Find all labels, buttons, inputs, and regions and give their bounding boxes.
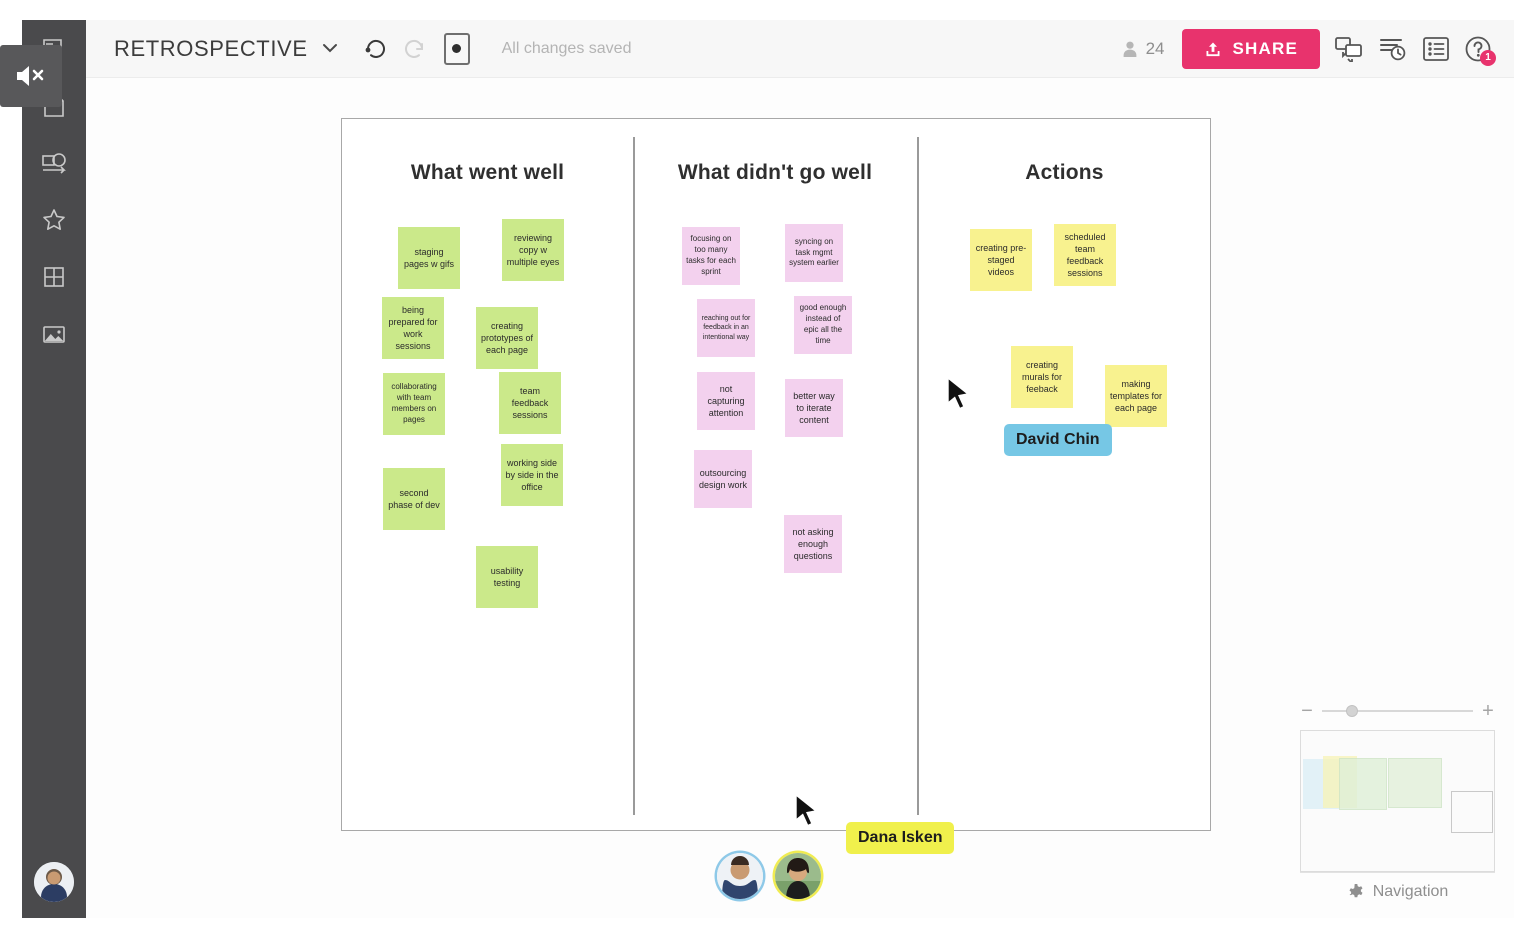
sticky-note[interactable]: reviewing copy w multiple eyes [502, 219, 564, 281]
sticky-note[interactable]: reaching out for feedback in an intentio… [697, 299, 755, 357]
board-canvas[interactable]: What went well What didn't go well Actio… [86, 78, 1514, 918]
help-badge: 1 [1480, 49, 1496, 66]
image-icon[interactable] [22, 305, 86, 362]
sticky-note[interactable]: good enough instead of epic all the time [794, 296, 852, 354]
activity-history-icon[interactable] [1378, 36, 1408, 62]
sticky-note[interactable]: better way to iterate content [785, 379, 843, 437]
sticky-note[interactable]: focusing on too many tasks for each spri… [682, 227, 740, 285]
sticky-note[interactable]: usability testing [476, 546, 538, 608]
redo-icon[interactable] [398, 32, 432, 66]
top-toolbar: RETROSPECTIVE All changes saved 24 SHARE [86, 20, 1514, 78]
person-icon [1123, 41, 1136, 57]
active-collaborator-avatars [717, 853, 821, 899]
collaborator-label-dana-isken: Dana Isken [846, 822, 955, 854]
current-user-avatar[interactable] [34, 862, 74, 902]
zoom-out-button[interactable]: − [1300, 700, 1314, 723]
column-divider [633, 137, 635, 815]
people-count-value: 24 [1145, 38, 1165, 58]
navigation-button[interactable]: Navigation [1300, 872, 1495, 910]
collaborator-cursor-dana [795, 794, 818, 827]
gear-icon [1349, 883, 1363, 897]
zoom-handle[interactable] [1346, 705, 1359, 717]
chevron-down-icon[interactable] [322, 41, 338, 56]
sticky-note[interactable]: not asking enough questions [784, 515, 842, 573]
sticky-note[interactable]: syncing on task mgmt system earlier [785, 224, 843, 282]
share-button-label: SHARE [1232, 38, 1298, 58]
left-toolbar [22, 20, 86, 918]
sticky-note[interactable]: creating prototypes of each page [476, 307, 538, 369]
navigation-minimap: − + Navigation [1300, 698, 1495, 910]
sticky-note[interactable]: team feedback sessions [499, 372, 561, 434]
avatar[interactable] [717, 853, 763, 899]
avatar[interactable] [775, 853, 821, 899]
column-title-what-went-well: What went well [410, 161, 565, 184]
zoom-track[interactable] [1322, 705, 1473, 717]
frame-dot-icon [452, 44, 462, 53]
column-title-actions: Actions [1025, 161, 1104, 184]
sticky-note[interactable]: not capturing attention [697, 372, 755, 430]
mute-indicator[interactable] [0, 45, 62, 107]
sticky-note[interactable]: being prepared for work sessions [382, 297, 444, 359]
collaborator-cursor-david [947, 377, 970, 410]
top-toolbar-right: 24 SHARE 1 [1121, 28, 1514, 69]
minimap-region [1339, 758, 1387, 810]
zoom-in-button[interactable]: + [1481, 700, 1495, 723]
star-icon[interactable] [22, 191, 86, 248]
frame-button[interactable] [443, 32, 470, 65]
minimap-region [1388, 758, 1442, 808]
collaborator-label-david-chin: David Chin [1004, 424, 1112, 456]
column-divider [917, 137, 919, 815]
minimap-viewport[interactable] [1300, 730, 1495, 872]
sticky-note[interactable]: creating murals for feeback [1011, 346, 1073, 408]
sticky-note[interactable]: making templates for each page [1105, 365, 1167, 427]
zoom-slider[interactable]: − + [1300, 698, 1495, 724]
minimap-region [1451, 791, 1493, 833]
upload-icon [1206, 42, 1220, 56]
help-icon[interactable]: 1 [1464, 35, 1496, 66]
list-view-icon[interactable] [1422, 36, 1450, 62]
column-title-what-didnt-go-well: What didn't go well [677, 161, 873, 184]
comments-icon[interactable] [1334, 36, 1364, 62]
retrospective-frame: What went well What didn't go well Actio… [341, 118, 1211, 831]
share-button[interactable]: SHARE [1182, 28, 1320, 69]
sticky-note[interactable]: staging pages w gifs [398, 227, 460, 289]
sticky-note[interactable]: second phase of dev [383, 468, 445, 530]
shapes-icon[interactable] [22, 134, 86, 191]
miro-board-app: RETROSPECTIVE All changes saved 24 SHARE [0, 0, 1536, 945]
speaker-mute-icon [17, 66, 44, 86]
sticky-note[interactable]: scheduled team feedback sessions [1054, 224, 1116, 286]
undo-icon[interactable] [358, 32, 392, 66]
page-title: RETROSPECTIVE [114, 35, 308, 61]
save-status: All changes saved [501, 39, 632, 57]
sticky-note[interactable]: working side by side in the office [501, 444, 563, 506]
sticky-note[interactable]: outsourcing design work [694, 450, 752, 508]
navigation-label: Navigation [1372, 882, 1449, 900]
grid-icon[interactable] [22, 248, 86, 305]
sticky-note[interactable]: creating pre-staged videos [970, 229, 1032, 291]
sticky-note[interactable]: collaborating with team members on pages [383, 373, 445, 435]
people-count: 24 [1121, 38, 1165, 59]
